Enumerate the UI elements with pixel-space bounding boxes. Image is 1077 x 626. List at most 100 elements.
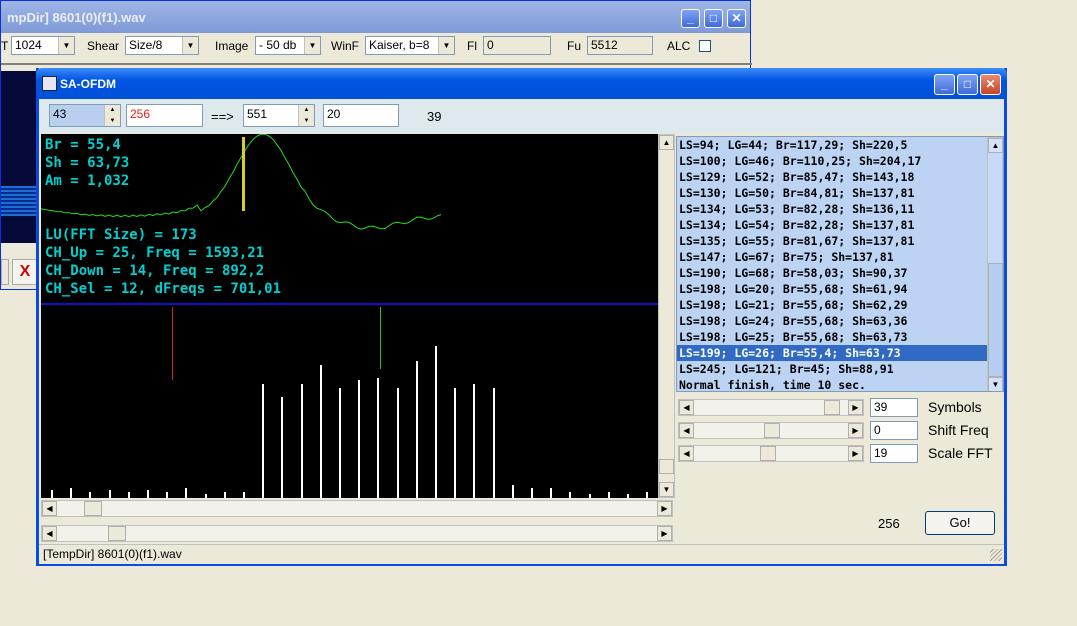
result-row[interactable]: LS=198; LG=20; Br=55,68; Sh=61,94 [677,281,987,297]
spectrum-bar [339,388,341,498]
br-readout: Br = 55,4 [45,137,121,153]
spectrum-bar [224,492,226,498]
scroll-left-icon[interactable]: ◀ [679,446,694,461]
param-a-spinner[interactable]: 43 ▲ ▼ [49,104,121,127]
fft-size-select[interactable]: 1024 ▼ [11,36,75,55]
plot-vertical-scrollbar[interactable]: ▲ ▼ [658,134,675,498]
background-title-bar[interactable]: mpDir] 8601(0)(f1).wav _ □ ✕ [1,1,750,33]
slider-value-field[interactable]: 39 [870,398,918,417]
scroll-right-icon[interactable]: ▶ [848,446,863,461]
results-scrollbar[interactable]: ▲ ▼ [987,137,1003,391]
result-row[interactable]: LS=199; LG=26; Br=55,4; Sh=63,73 [677,345,987,361]
result-row[interactable]: LS=100; LG=46; Br=110,25; Sh=204,17 [677,153,987,169]
image-select[interactable]: - 50 db ▼ [255,36,321,55]
maximize-icon[interactable]: □ [704,9,723,28]
scroll-left-icon[interactable]: ◀ [679,423,694,438]
slider-value-field[interactable]: 19 [870,444,918,463]
param-c-value: 551 [247,107,268,121]
result-row[interactable]: Normal finish, time 10 sec. [677,377,987,391]
spectrum-bar [473,384,475,498]
plot-horizontal-scrollbar[interactable]: ◀ ▶ [41,500,673,517]
fu-field[interactable]: 5512 [587,36,653,55]
title-bar[interactable]: SA-OFDM _ □ ✕ [36,68,1007,99]
go-button[interactable]: Go! [925,511,995,535]
spectrum-bar [89,492,91,498]
result-row[interactable]: LS=134; LG=54; Br=82,28; Sh=137,81 [677,217,987,233]
chevron-down-icon[interactable]: ▼ [182,37,198,54]
scroll-left-icon[interactable]: ◀ [679,400,694,415]
ch-down-readout: CH_Down = 14, Freq = 892,2 [45,263,265,279]
delete-icon[interactable]: X [12,259,38,285]
result-row[interactable]: LS=94; LG=44; Br=117,29; Sh=220,5 [677,137,987,153]
scroll-left-icon[interactable]: ◀ [42,501,57,516]
scroll-down-icon[interactable]: ▼ [659,482,674,497]
spectrum-bar [627,494,629,498]
chevron-down-icon[interactable]: ▼ [304,37,320,54]
fft-size-value: 1024 [15,38,42,52]
shear-select[interactable]: Size/8 ▼ [125,36,199,55]
scroll-thumb[interactable] [84,501,102,516]
slider-thumb[interactable] [760,446,776,461]
spin-arrows-icon[interactable]: ▲ ▼ [298,105,314,126]
slider-label: Scale FFT [928,445,993,461]
scroll-thumb[interactable] [988,263,1003,377]
background-window-title: mpDir] 8601(0)(f1).wav [7,10,146,25]
scroll-right-icon[interactable]: ▶ [657,501,672,516]
slider-thumb[interactable] [824,400,840,415]
param-c-spinner[interactable]: 551 ▲ ▼ [243,104,315,127]
zoom-scrollbar[interactable]: ◀ ▶ [41,525,673,542]
ch-sel-readout: CH_Sel = 12, dFreqs = 701,01 [45,281,282,297]
scroll-right-icon[interactable]: ▶ [848,423,863,438]
maximize-icon[interactable]: □ [957,74,978,95]
thumb[interactable] [659,459,674,474]
spectrum-bar [128,492,130,498]
status-bar: [TempDir] 8601(0)(f1).wav [39,544,1004,564]
result-row[interactable]: LS=147; LG=67; Br=75; Sh=137,81 [677,249,987,265]
app-icon [42,76,57,91]
resize-grip-icon[interactable] [990,549,1002,561]
spectrum-bar [397,388,399,498]
scroll-left-icon[interactable]: ◀ [42,526,57,541]
result-row[interactable]: LS=134; LG=53; Br=82,28; Sh=136,11 [677,201,987,217]
toolbar-divider [1,63,752,65]
result-row[interactable]: LS=198; LG=21; Br=55,68; Sh=62,29 [677,297,987,313]
spectrum-bar [531,488,533,498]
result-row[interactable]: LS=129; LG=52; Br=85,47; Sh=143,18 [677,169,987,185]
plot-canvas [41,134,658,498]
scroll-thumb[interactable] [108,526,126,541]
close-icon[interactable]: ✕ [980,74,1001,95]
results-list[interactable]: LS=94; LG=44; Br=117,29; Sh=220,5 LS=100;… [676,136,1004,392]
chevron-down-icon[interactable]: ▼ [438,37,454,54]
result-row[interactable]: LS=245; LG=121; Br=45; Sh=88,91 [677,361,987,377]
slider-scale-fft[interactable]: ◀ ▶ [678,445,864,462]
scroll-up-icon[interactable]: ▲ [988,138,1003,153]
scroll-up-icon[interactable]: ▲ [659,135,674,150]
spectrum-bar [416,361,418,498]
result-row[interactable]: LS=130; LG=50; Br=84,81; Sh=137,81 [677,185,987,201]
param-d-field[interactable]: 20 [323,104,399,127]
close-icon[interactable]: ✕ [727,9,746,28]
slider-thumb[interactable] [764,423,780,438]
scroll-right-icon[interactable]: ▶ [848,400,863,415]
result-row[interactable]: LS=198; LG=25; Br=55,68; Sh=63,73 [677,329,987,345]
fl-field[interactable]: 0 [483,36,551,55]
result-row[interactable]: LS=190; LG=68; Br=58,03; Sh=90,37 [677,265,987,281]
alc-checkbox[interactable] [699,40,711,52]
slider-symbols[interactable]: ◀ ▶ [678,399,864,416]
slider-value-field[interactable]: 0 [870,421,918,440]
result-row[interactable]: LS=135; LG=55; Br=81,67; Sh=137,81 [677,233,987,249]
scroll-down-icon[interactable]: ▼ [988,377,1003,391]
winf-select[interactable]: Kaiser, b=8 ▼ [365,36,455,55]
wrench-icon[interactable] [1,259,9,285]
param-b-field[interactable]: 256 [126,104,203,127]
result-row[interactable]: LS=198; LG=24; Br=55,68; Sh=63,36 [677,313,987,329]
slider-label: Shift Freq [928,422,989,438]
slider-shift-freq[interactable]: ◀ ▶ [678,422,864,439]
scroll-right-icon[interactable]: ▶ [657,526,672,541]
minimize-icon[interactable]: _ [681,9,700,28]
spin-arrows-icon[interactable]: ▲ ▼ [104,105,120,126]
minimize-icon[interactable]: _ [934,74,955,95]
spectrum-bar [589,494,591,498]
shear-value: Size/8 [129,38,163,52]
chevron-down-icon[interactable]: ▼ [58,37,74,54]
